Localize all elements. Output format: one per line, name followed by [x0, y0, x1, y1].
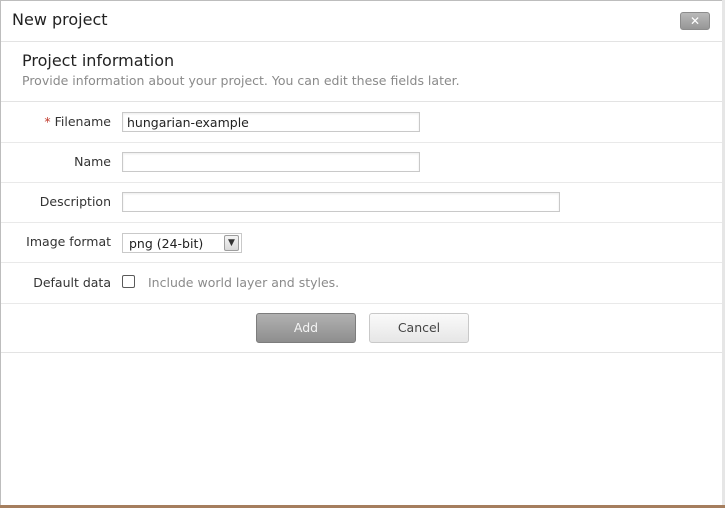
filename-label: * Filename [44, 114, 111, 129]
default-data-checkbox-label: Include world layer and styles. [148, 275, 340, 290]
section-description: Provide information about your project. … [22, 73, 460, 88]
default-data-label: Default data [33, 275, 111, 290]
image-format-label: Image format [26, 234, 111, 249]
section-title: Project information [22, 51, 175, 70]
name-input[interactable] [122, 152, 420, 172]
description-row: Description [1, 182, 722, 223]
image-format-row: Image format png (24-bit) ▼ [1, 222, 722, 263]
dialog-actions: Add Cancel [1, 303, 722, 353]
required-mark: * [44, 114, 51, 129]
image-format-select[interactable]: png (24-bit) ▼ [122, 233, 242, 253]
filename-label-text: Filename [54, 114, 111, 129]
dialog-titlebar: New project ✕ [1, 1, 722, 42]
description-label: Description [39, 194, 111, 209]
filename-row: * Filename [1, 102, 722, 143]
default-data-row: Default data Include world layer and sty… [1, 263, 722, 304]
section-header: Project information Provide information … [1, 42, 722, 102]
cancel-button[interactable]: Cancel [369, 313, 469, 343]
name-label: Name [74, 154, 111, 169]
filename-input[interactable] [122, 112, 420, 132]
new-project-dialog: New project ✕ Project information Provid… [0, 0, 725, 508]
add-button[interactable]: Add [256, 313, 356, 343]
default-data-checkbox[interactable] [122, 275, 135, 288]
name-row: Name [1, 142, 722, 183]
close-button[interactable]: ✕ [680, 12, 710, 30]
close-icon: ✕ [689, 14, 701, 28]
dialog-title: New project [12, 10, 108, 29]
image-format-value: png (24-bit) [129, 236, 204, 251]
description-input[interactable] [122, 192, 560, 212]
chevron-down-icon: ▼ [224, 235, 239, 251]
